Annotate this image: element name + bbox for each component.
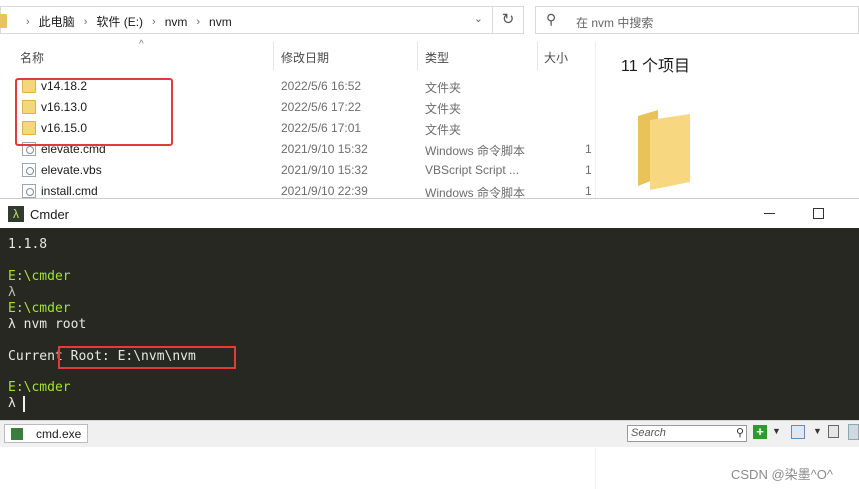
chevron-right-icon: › bbox=[26, 15, 30, 28]
cmder-title-bar[interactable]: λ Cmder bbox=[0, 198, 859, 229]
file-type: VBScript Script ... bbox=[425, 163, 520, 177]
file-size: 1 bbox=[585, 163, 592, 177]
search-icon: ⚲ bbox=[546, 11, 557, 27]
search-placeholder: 在 nvm 中搜索 bbox=[576, 16, 654, 30]
chevron-right-icon: › bbox=[196, 15, 201, 28]
chevron-right-icon: › bbox=[83, 15, 88, 28]
search-icon: ⚲ bbox=[735, 427, 744, 439]
column-divider[interactable] bbox=[273, 42, 274, 70]
chevron-right-icon: › bbox=[152, 15, 156, 28]
split-panes-icon[interactable] bbox=[791, 425, 805, 439]
console-line: 1.1.8 bbox=[8, 237, 48, 252]
file-date: 2021/9/10 22:39 bbox=[281, 184, 368, 198]
column-date[interactable]: 修改日期 bbox=[281, 49, 329, 66]
column-size[interactable]: 大小 bbox=[544, 49, 568, 66]
refresh-icon[interactable]: ↻ bbox=[492, 7, 523, 33]
script-file-icon bbox=[22, 163, 36, 177]
dropdown-arrow-icon[interactable]: ▼ bbox=[772, 426, 781, 436]
file-type: 文件夹 bbox=[425, 81, 462, 95]
column-type[interactable]: 类型 bbox=[425, 49, 449, 66]
file-date: 2022/5/6 17:01 bbox=[281, 121, 362, 135]
search-input[interactable]: ⚲ 在 nvm 中搜索 bbox=[535, 6, 859, 34]
file-size: 1 bbox=[585, 184, 592, 198]
breadcrumb-item-nvm[interactable]: nvm bbox=[165, 15, 188, 29]
file-name: install.cmd bbox=[41, 184, 98, 198]
prompt-lambda: λ bbox=[8, 285, 16, 300]
column-name[interactable]: 名称 bbox=[20, 49, 44, 66]
scroll-icon[interactable] bbox=[848, 424, 859, 440]
text-cursor bbox=[23, 396, 25, 412]
breadcrumb-item-nvm-current[interactable]: nvm bbox=[209, 15, 232, 29]
prompt-path: E:\cmder bbox=[8, 301, 71, 316]
prompt-lambda: λ bbox=[8, 396, 16, 411]
file-size: 1 bbox=[585, 142, 592, 156]
item-count: 11 个项目 bbox=[621, 58, 691, 75]
lock-icon[interactable] bbox=[828, 425, 839, 438]
console-icon bbox=[11, 428, 23, 440]
prompt-path: E:\cmder bbox=[8, 380, 71, 395]
prompt-path: E:\cmder bbox=[8, 269, 71, 284]
script-file-icon bbox=[22, 184, 36, 198]
file-row[interactable]: elevate.vbs 2021/9/10 15:32 VBScript Scr… bbox=[0, 160, 595, 181]
file-date: 2021/9/10 15:32 bbox=[281, 163, 368, 177]
cmder-status-bar: cmd.exe Search ⚲ + ▼ ▼ bbox=[0, 420, 859, 447]
tab-cmd-exe[interactable]: cmd.exe bbox=[4, 424, 88, 443]
maximize-icon[interactable] bbox=[813, 208, 824, 219]
folder-icon bbox=[0, 14, 7, 28]
file-date: 2022/5/6 17:22 bbox=[281, 100, 362, 114]
folder-preview-icon bbox=[638, 110, 690, 190]
breadcrumb: › 此电脑 › 软件 (E:) › nvm › nvm bbox=[17, 13, 232, 30]
address-bar[interactable]: › 此电脑 › 软件 (E:) › nvm › nvm ⌄ ↻ bbox=[0, 6, 524, 34]
file-name: elevate.vbs bbox=[41, 163, 102, 177]
console-search-input[interactable]: Search ⚲ bbox=[627, 425, 747, 442]
highlight-box-current-root bbox=[58, 346, 236, 369]
minimize-icon[interactable] bbox=[764, 213, 775, 214]
breadcrumb-item-this-pc[interactable]: 此电脑 bbox=[39, 13, 75, 30]
dropdown-arrow-icon[interactable]: ▼ bbox=[813, 426, 822, 436]
highlight-box-version-folders bbox=[15, 78, 173, 146]
file-date: 2022/5/6 16:52 bbox=[281, 79, 362, 93]
file-type: Windows 命令脚本 bbox=[425, 144, 526, 158]
file-date: 2021/9/10 15:32 bbox=[281, 142, 368, 156]
search-placeholder: Search bbox=[631, 427, 666, 439]
chevron-down-icon[interactable]: ⌄ bbox=[474, 12, 483, 25]
breadcrumb-item-drive[interactable]: 软件 (E:) bbox=[96, 13, 143, 30]
column-divider[interactable] bbox=[537, 42, 538, 70]
file-type: 文件夹 bbox=[425, 102, 462, 116]
lambda-icon: λ bbox=[8, 206, 24, 222]
file-type: 文件夹 bbox=[425, 123, 462, 137]
watermark: CSDN @染墨^O^ bbox=[731, 467, 833, 482]
tab-label: cmd.exe bbox=[36, 427, 82, 441]
window-title: Cmder bbox=[30, 207, 70, 222]
cmder-window: λ Cmder 1.1.8 E:\cmder λ E:\cmder λ nvm … bbox=[0, 198, 859, 448]
terminal-console[interactable]: 1.1.8 E:\cmder λ E:\cmder λ nvm root Cur… bbox=[0, 228, 859, 420]
new-console-icon[interactable]: + bbox=[753, 425, 767, 439]
command-line: λ nvm root bbox=[8, 317, 87, 332]
column-divider[interactable] bbox=[417, 42, 418, 70]
column-header: 名称 修改日期 类型 大小 bbox=[0, 42, 595, 70]
